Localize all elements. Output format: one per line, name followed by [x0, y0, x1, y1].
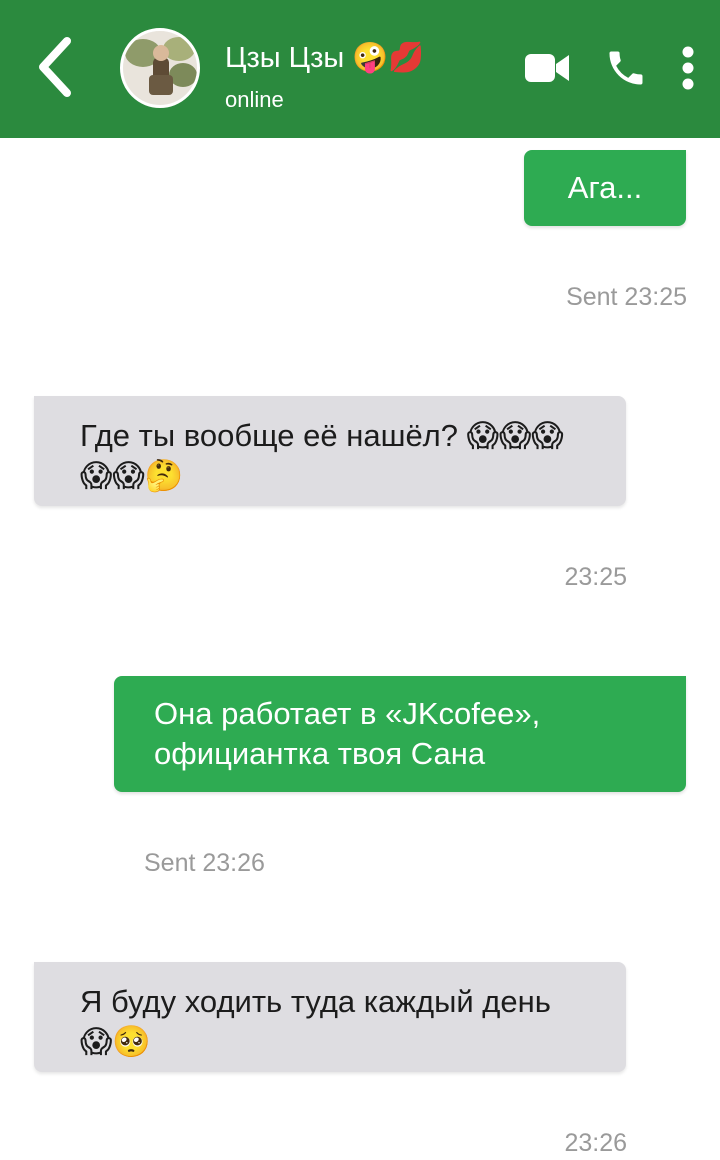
chevron-left-icon — [39, 37, 71, 97]
message-timestamp: Sent 23:26 — [144, 849, 265, 877]
outgoing-message[interactable]: Ага... — [524, 150, 686, 226]
chat-header: Цзы Цзы 🤪💋 online — [0, 0, 720, 138]
incoming-message[interactable]: Где ты вообще её нашёл? 😱😱😱😱😱🤔 — [34, 396, 626, 506]
phone-icon — [609, 51, 643, 85]
incoming-message[interactable]: Я буду ходить туда каждый день 😱🥺 — [34, 962, 626, 1072]
outgoing-message[interactable]: Она работает в «JKcofee», официантка тво… — [114, 676, 686, 792]
avatar[interactable] — [120, 28, 200, 108]
voice-call-button[interactable] — [600, 42, 652, 94]
back-button[interactable] — [30, 34, 80, 100]
contact-photo — [123, 31, 197, 105]
more-vertical-icon — [682, 46, 694, 90]
message-timestamp: 23:25 — [564, 563, 627, 591]
message-timestamp: Sent 23:25 — [566, 283, 687, 311]
message-timestamp: 23:26 — [564, 1129, 627, 1157]
more-options-button[interactable] — [670, 40, 706, 96]
contact-status: online — [225, 87, 284, 112]
video-camera-icon — [525, 54, 569, 82]
contact-name[interactable]: Цзы Цзы 🤪💋 — [225, 38, 425, 78]
video-call-button[interactable] — [522, 46, 572, 90]
